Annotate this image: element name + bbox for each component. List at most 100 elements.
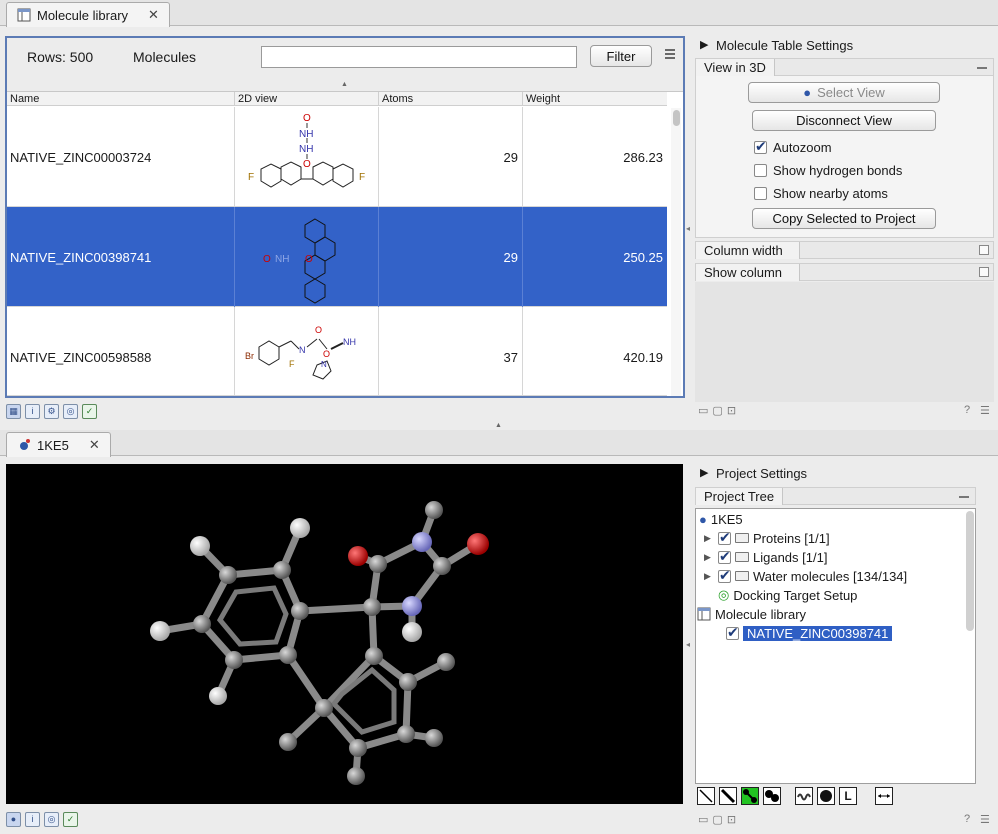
row-name: NATIVE_ZINC00598588 bbox=[10, 349, 152, 365]
column-atoms[interactable]: Atoms bbox=[378, 92, 522, 106]
table-view-icon[interactable]: ▦ bbox=[6, 403, 21, 419]
viewer-toolbar: ● i ◎ ✓ bbox=[6, 810, 78, 828]
save-icon[interactable]: ⊡ bbox=[727, 813, 736, 826]
validate-icon[interactable]: ✓ bbox=[63, 811, 78, 827]
expand-icon[interactable] bbox=[979, 267, 989, 277]
folder-icon[interactable]: ▢ bbox=[712, 813, 722, 826]
show-hbonds-checkbox[interactable]: Show hydrogen bonds bbox=[754, 163, 902, 178]
table-scrollbar[interactable] bbox=[671, 108, 681, 396]
collapse-side-icon[interactable]: ▶ bbox=[700, 466, 708, 479]
save-icon[interactable]: ⊡ bbox=[727, 404, 736, 417]
molecule-3d-render bbox=[150, 501, 489, 785]
render-style-toolbar: L bbox=[697, 787, 893, 805]
collapse-handle-icon[interactable]: ▲ bbox=[341, 81, 348, 88]
spacefill-style-icon[interactable] bbox=[763, 787, 781, 805]
checkbox-icon[interactable] bbox=[718, 529, 731, 546]
molecule-3d-viewer[interactable] bbox=[6, 464, 683, 804]
help-icon[interactable]: ? bbox=[964, 813, 970, 825]
help-icon[interactable]: ? bbox=[964, 404, 970, 416]
tab-1ke5[interactable]: 1KE5 ✕ bbox=[6, 432, 111, 457]
column-2d-view[interactable]: 2D view bbox=[234, 92, 378, 106]
list-menu-icon[interactable]: ☰ bbox=[980, 813, 990, 826]
molecule-view-icon[interactable]: ● bbox=[6, 811, 21, 827]
info-view-icon[interactable]: i bbox=[25, 403, 40, 419]
ribbon-style-icon[interactable] bbox=[795, 787, 813, 805]
table-row[interactable]: NATIVE_ZINC00598588 Br N O O NH F N 37 4… bbox=[7, 307, 667, 396]
show-column-header[interactable]: Show column bbox=[695, 263, 994, 281]
horizontal-splitter-icon[interactable]: ▲ bbox=[495, 422, 502, 429]
scrollbar-thumb[interactable] bbox=[673, 110, 680, 126]
tree-item-library[interactable]: Molecule library bbox=[697, 605, 806, 623]
tree-scrollbar[interactable] bbox=[966, 511, 974, 631]
tree-item-proteins[interactable]: ▶ Proteins [1/1] bbox=[704, 529, 830, 547]
tree-item-water[interactable]: ▶ Water molecules [134/134] bbox=[704, 567, 907, 585]
expand-arrow-icon[interactable]: ▶ bbox=[704, 533, 714, 544]
validate-icon[interactable]: ✓ bbox=[82, 403, 97, 419]
folder-icon bbox=[735, 571, 749, 581]
struct-label: O bbox=[315, 325, 322, 335]
wire-style-icon[interactable] bbox=[697, 787, 715, 805]
splitter-handle-icon[interactable]: ◂ bbox=[686, 224, 690, 233]
row-atoms: 29 bbox=[378, 107, 522, 207]
checkbox-icon[interactable] bbox=[726, 624, 739, 641]
collapse-icon[interactable] bbox=[959, 496, 969, 498]
ball-stick-style-icon[interactable] bbox=[741, 787, 759, 805]
minus-icon[interactable]: ▭ bbox=[698, 813, 708, 826]
group-title: Column width bbox=[696, 242, 800, 259]
close-icon[interactable]: ✕ bbox=[148, 7, 159, 23]
project-tree-header[interactable]: Project Tree bbox=[695, 487, 976, 505]
expand-arrow-icon[interactable]: ▶ bbox=[704, 552, 714, 563]
filter-button[interactable]: Filter bbox=[590, 45, 652, 67]
settings-footer: ▭ ▢ ⊡ bbox=[698, 404, 736, 417]
table-row[interactable]: NATIVE_ZINC00003724 O NH NH O F F 29 286… bbox=[7, 107, 667, 207]
tree-item-selected-molecule[interactable]: NATIVE_ZINC00398741 bbox=[726, 624, 893, 642]
minus-icon[interactable]: ▭ bbox=[698, 404, 708, 417]
checkbox-icon[interactable] bbox=[754, 187, 767, 200]
tab-molecule-library[interactable]: Molecule library ✕ bbox=[6, 2, 170, 27]
info-view-icon[interactable]: i bbox=[25, 811, 40, 827]
label-style-icon[interactable]: L bbox=[839, 787, 857, 805]
view-in-3d-header[interactable]: View in 3D bbox=[695, 58, 994, 76]
tree-item-root[interactable]: ● 1KE5 bbox=[699, 510, 743, 528]
row-weight: 250.25 bbox=[522, 207, 667, 307]
checkbox-icon[interactable] bbox=[718, 567, 731, 584]
stick-style-icon[interactable] bbox=[719, 787, 737, 805]
collapse-side-icon[interactable]: ▶ bbox=[700, 38, 708, 51]
autozoom-checkbox[interactable]: Autozoom bbox=[754, 138, 832, 155]
copy-selected-button[interactable]: Copy Selected to Project bbox=[752, 208, 936, 229]
disconnect-view-button[interactable]: Disconnect View bbox=[752, 110, 936, 131]
collapse-icon[interactable] bbox=[977, 67, 987, 69]
struct-label: F bbox=[359, 172, 365, 183]
folder-icon bbox=[735, 552, 749, 562]
show-nearby-checkbox[interactable]: Show nearby atoms bbox=[754, 186, 888, 201]
table-row-selected[interactable]: NATIVE_ZINC00398741 O NH O 29 250.25 bbox=[7, 207, 667, 307]
expand-arrow-icon[interactable]: ▶ bbox=[704, 571, 714, 582]
row-atoms: 37 bbox=[378, 307, 522, 395]
history-view-icon[interactable]: ◎ bbox=[44, 811, 59, 827]
column-width-header[interactable]: Column width bbox=[695, 241, 994, 259]
struct-label: O bbox=[303, 159, 311, 170]
tree-item-ligands[interactable]: ▶ Ligands [1/1] bbox=[704, 548, 827, 566]
column-name[interactable]: Name bbox=[7, 92, 234, 106]
checkbox-icon[interactable] bbox=[754, 138, 767, 155]
checkbox-icon[interactable] bbox=[718, 548, 731, 565]
surface-style-icon[interactable] bbox=[817, 787, 835, 805]
close-icon[interactable]: ✕ bbox=[89, 437, 100, 453]
row-atoms: 29 bbox=[378, 207, 522, 307]
checkbox-icon[interactable] bbox=[754, 164, 767, 177]
measure-icon[interactable] bbox=[875, 787, 893, 805]
table-settings-title: Molecule Table Settings bbox=[716, 38, 854, 53]
expand-icon[interactable] bbox=[979, 245, 989, 255]
list-menu-icon[interactable]: ☰ bbox=[980, 404, 990, 417]
molecule-table-panel: Rows: 500 Molecules Filter ▲ Name 2D vie… bbox=[5, 36, 685, 398]
table-toolbar: Rows: 500 Molecules Filter ▲ bbox=[7, 38, 683, 92]
folder-icon[interactable]: ▢ bbox=[712, 404, 722, 417]
tree-item-docking[interactable]: ◎ Docking Target Setup bbox=[718, 586, 857, 604]
filter-menu-icon[interactable] bbox=[664, 48, 676, 63]
filter-input[interactable] bbox=[261, 46, 577, 68]
column-weight[interactable]: Weight bbox=[522, 92, 667, 106]
select-view-button[interactable]: ● Select View bbox=[748, 82, 940, 103]
splitter-handle-icon[interactable]: ◂ bbox=[686, 640, 690, 649]
settings-view-icon[interactable]: ⚙ bbox=[44, 403, 59, 419]
history-view-icon[interactable]: ◎ bbox=[63, 403, 78, 419]
